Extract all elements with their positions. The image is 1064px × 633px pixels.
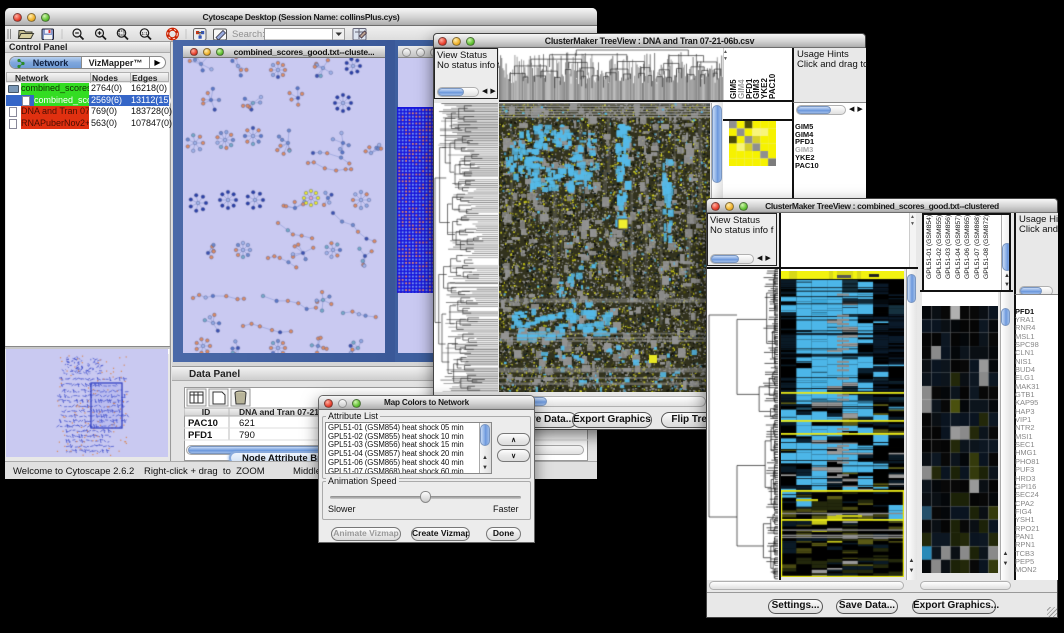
svg-text:ID: ID (202, 407, 211, 417)
svg-text:Search:: Search: (232, 29, 265, 40)
svg-text:PFD1: PFD1 (188, 430, 213, 441)
svg-text:790: 790 (239, 430, 255, 441)
svg-text:1:1: 1:1 (142, 31, 149, 36)
svg-text:621: 621 (239, 418, 255, 429)
svg-text:PAC10: PAC10 (188, 418, 218, 429)
